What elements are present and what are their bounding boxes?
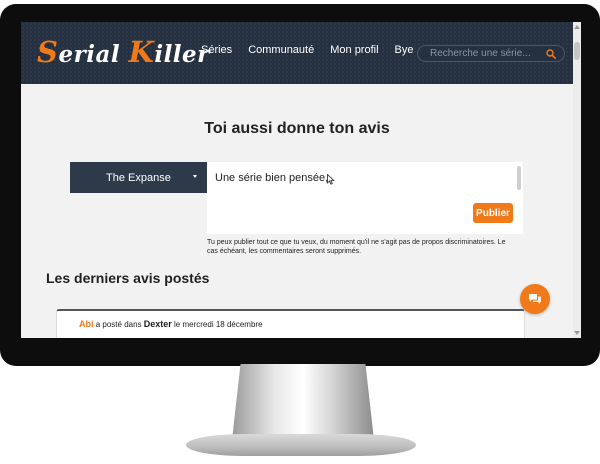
disclaimer-text: Tu peux publier tout ce que tu veux, du … — [207, 239, 506, 255]
chevron-down-icon — [193, 175, 197, 178]
textarea-scrollbar[interactable] — [517, 166, 521, 190]
review-meta: Abi a posté dans Dexter le mercredi 18 d… — [79, 319, 263, 329]
top-navbar: Serial Killer Séries Communauté Mon prof… — [21, 22, 573, 84]
scroll-down-icon[interactable] — [574, 331, 580, 335]
page-scrollbar[interactable] — [573, 22, 581, 338]
review-form: Une série bien pensée, Publier — [207, 162, 523, 234]
review-author[interactable]: Abi — [79, 319, 94, 329]
browser-viewport: Serial Killer Séries Communauté Mon prof… — [21, 22, 581, 338]
nav-link-communaute[interactable]: Communauté — [248, 44, 314, 56]
search-icon[interactable] — [546, 49, 556, 59]
page-title: Toi aussi donne ton avis — [204, 120, 390, 137]
series-select[interactable]: The Expanse — [70, 162, 207, 193]
nav-link-mon-profil[interactable]: Mon profil — [330, 44, 378, 56]
review-card: Abi a posté dans Dexter le mercredi 18 d… — [56, 309, 525, 338]
monitor-base — [186, 434, 416, 456]
nav-link-bye[interactable]: Bye — [395, 44, 414, 56]
scroll-thumb[interactable] — [574, 42, 580, 60]
monitor-neck — [232, 364, 374, 440]
nav-link-series[interactable]: Séries — [201, 44, 232, 56]
nav-links: Séries Communauté Mon profil Bye — [201, 44, 430, 56]
site-logo[interactable]: Serial Killer — [37, 32, 210, 72]
chat-bubbles-icon — [529, 294, 541, 304]
search-input[interactable] — [430, 46, 542, 61]
review-textarea[interactable]: Une série bien pensée, — [207, 162, 511, 206]
mouse-cursor-icon — [327, 174, 335, 185]
publish-button[interactable]: Publier — [473, 203, 513, 223]
search-box — [417, 45, 565, 62]
latest-reviews-title: Les derniers avis postés — [46, 270, 210, 286]
review-date: le mercredi 18 décembre — [174, 320, 263, 329]
review-posted-in: a posté dans — [95, 320, 142, 329]
scroll-up-icon[interactable] — [574, 25, 580, 29]
series-select-value: The Expanse — [106, 171, 171, 184]
review-series[interactable]: Dexter — [144, 319, 172, 329]
